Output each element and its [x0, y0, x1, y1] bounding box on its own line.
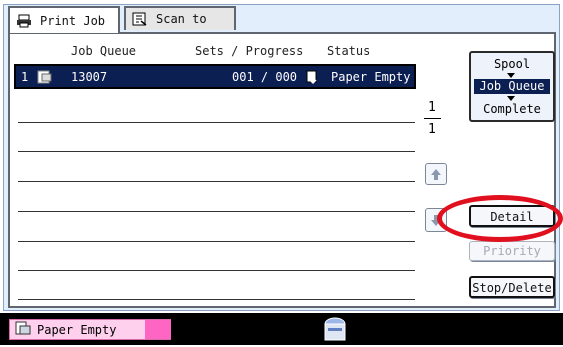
stop-delete-button[interactable]: Stop/Delete	[469, 276, 555, 298]
printer-icon	[16, 14, 32, 28]
view-option-complete[interactable]: Complete	[474, 102, 550, 117]
tab-print-job[interactable]: Print Job	[8, 6, 120, 33]
scroll-up-button[interactable]	[425, 163, 447, 185]
column-header-status: Status	[327, 44, 371, 58]
tab-label: Scan to	[156, 12, 207, 26]
job-progress: 001 / 000	[232, 70, 298, 84]
device-status-icon[interactable]	[322, 316, 348, 343]
list-row-divider	[18, 299, 415, 300]
page-current: 1	[428, 100, 436, 115]
column-header-job-queue: Job Queue	[71, 44, 137, 58]
arrow-down-icon	[507, 96, 515, 101]
page-divider	[424, 118, 441, 119]
job-index: 1	[21, 70, 29, 84]
list-row-divider	[18, 241, 415, 242]
status-indicator	[145, 320, 171, 339]
column-header-progress: Sets / Progress	[195, 44, 304, 58]
tab-label: Print Job	[40, 13, 106, 28]
view-option-job-queue[interactable]: Job Queue	[474, 79, 550, 94]
view-mode-selector: Spool Job Queue Complete	[469, 51, 555, 122]
job-status: Paper Empty	[331, 70, 411, 84]
list-row-divider	[18, 211, 415, 212]
list-row-divider	[18, 151, 415, 152]
page-total: 1	[428, 122, 436, 137]
list-row-divider	[18, 122, 415, 123]
job-id: 13007	[71, 70, 108, 84]
scan-icon	[132, 12, 148, 26]
view-option-spool[interactable]: Spool	[474, 57, 550, 72]
paper-status-icon	[305, 69, 321, 88]
list-row-divider	[18, 270, 415, 271]
tab-scan-to[interactable]: Scan to	[124, 6, 236, 30]
list-row-divider	[18, 181, 415, 182]
print-job-icon	[36, 69, 52, 88]
arrow-down-icon	[507, 73, 515, 78]
paper-icon	[15, 321, 31, 339]
priority-button[interactable]: Priority	[469, 241, 555, 261]
arrow-up-icon	[431, 169, 441, 180]
status-message: Paper Empty	[9, 319, 171, 340]
status-text: Paper Empty	[37, 322, 117, 337]
printer-control-screen: Print Job Scan to Job Queue Sets / Progr…	[0, 0, 563, 345]
highlight-annotation	[437, 195, 563, 242]
job-row[interactable]: 1 13007 001 / 000 Paper Empty	[14, 64, 416, 89]
